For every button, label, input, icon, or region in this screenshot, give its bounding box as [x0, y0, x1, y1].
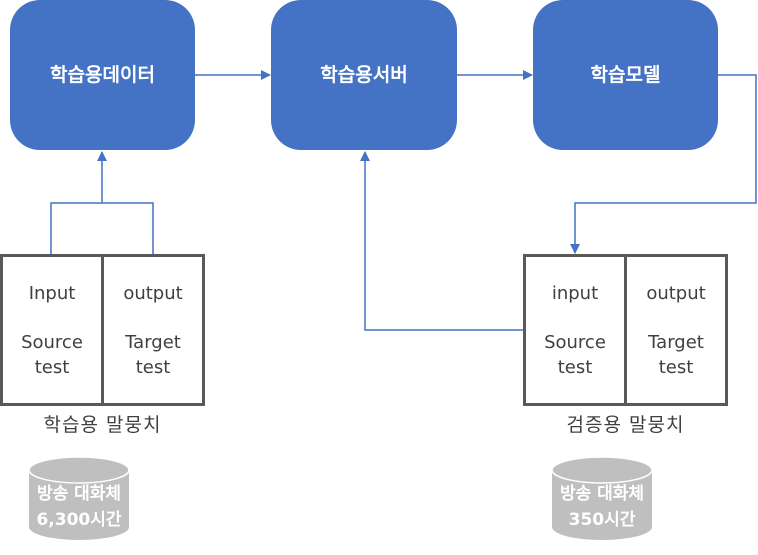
- column-line2: test: [135, 357, 171, 378]
- training-corpus-caption: 학습용 말뭉치: [43, 414, 162, 436]
- database-line1: 방송 대화체: [559, 484, 645, 504]
- database-line2: 350시간: [568, 510, 636, 530]
- column-line2: test: [557, 357, 593, 378]
- corpus-column-input: input Source test: [526, 257, 624, 403]
- corpus-column-output: output Target test: [624, 257, 725, 403]
- training-corpus-table: Input Source test output Target test: [0, 254, 205, 406]
- training-database: 방송 대화체 6,300시간: [28, 455, 130, 541]
- node-training-server: 학습용서버: [271, 0, 457, 150]
- node-label: 학습용데이터: [50, 63, 155, 86]
- column-line1: Source: [21, 332, 83, 353]
- column-head: input: [551, 283, 599, 304]
- corpus-column-output: output Target test: [101, 257, 202, 403]
- column-line1: Source: [544, 332, 606, 353]
- corpus-column-input: Input Source test: [3, 257, 101, 403]
- validation-corpus-table: input Source test output Target test: [523, 254, 728, 406]
- column-line2: test: [34, 357, 70, 378]
- node-label: 학습모델: [590, 63, 661, 86]
- column-head: Input: [28, 283, 76, 304]
- column-head: output: [123, 283, 183, 304]
- arrow-validation-corpus-to-server: [360, 151, 524, 331]
- node-training-data: 학습용데이터: [10, 0, 195, 150]
- column-line2: test: [658, 357, 694, 378]
- validation-corpus-caption: 검증용 말뭉치: [566, 414, 685, 436]
- node-training-model: 학습모델: [533, 0, 718, 150]
- node-label: 학습용서버: [320, 63, 408, 86]
- validation-database: 방송 대화체 350시간: [551, 455, 653, 541]
- database-line1: 방송 대화체: [36, 484, 122, 504]
- database-line2: 6,300시간: [36, 510, 122, 530]
- column-head: output: [646, 283, 706, 304]
- column-line1: Target: [648, 332, 704, 353]
- column-line1: Target: [125, 332, 181, 353]
- bracket-training-corpus: [50, 202, 154, 255]
